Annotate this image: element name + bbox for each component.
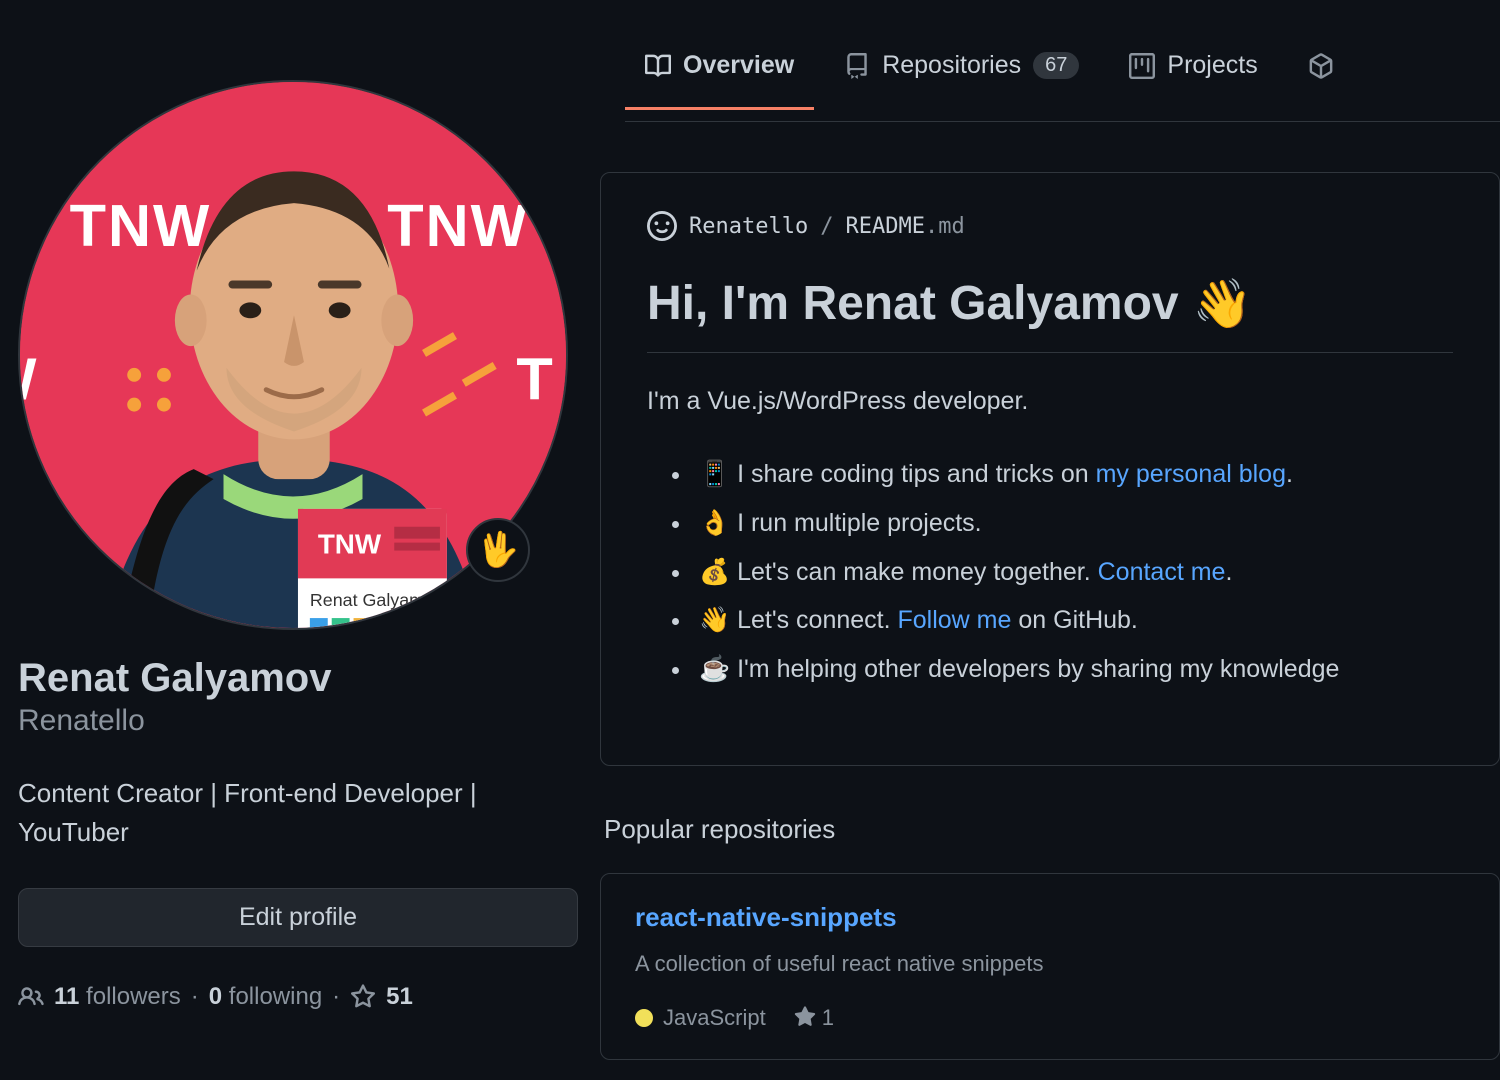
svg-text:TNW: TNW <box>387 192 529 259</box>
readme-intro: I'm a Vue.js/WordPress developer. <box>647 387 1453 416</box>
profile-username: Renatello <box>18 704 560 738</box>
readme-path: Renatello / README.md <box>647 211 1453 241</box>
profile-tabnav: Overview Repositories 67 Projects <box>625 0 1500 122</box>
readme-heading: Hi, I'm Renat Galyamov 👋 <box>647 275 1453 353</box>
package-icon <box>1308 53 1334 79</box>
repo-stars[interactable]: 1 <box>794 1005 834 1031</box>
people-icon <box>18 984 44 1010</box>
tab-projects[interactable]: Projects <box>1109 39 1277 110</box>
readme-link[interactable]: Follow me <box>898 606 1012 634</box>
book-icon <box>645 53 671 79</box>
wave-emoji: 👋 <box>1193 275 1253 332</box>
status-emoji-badge[interactable]: 🖖 <box>466 518 530 582</box>
readme-link[interactable]: my personal blog <box>1096 460 1286 488</box>
tab-repositories[interactable]: Repositories 67 <box>824 39 1099 110</box>
svg-text:Renat Galyamov: Renat Galyamov <box>310 590 443 610</box>
repo-count-badge: 67 <box>1033 52 1079 79</box>
readme-list-item: 👋 Let's connect. Follow me on GitHub. <box>693 596 1453 645</box>
svg-text:W: W <box>20 346 38 413</box>
tab-packages[interactable] <box>1288 41 1334 109</box>
svg-text:T: T <box>516 346 554 413</box>
repo-icon <box>844 53 870 79</box>
tab-repositories-label: Repositories <box>882 51 1021 80</box>
readme-list-item: 📱 I share coding tips and tricks on my p… <box>693 450 1453 499</box>
profile-main: Renatello / README.md Hi, I'm Renat Galy… <box>580 122 1500 1060</box>
readme-list-item: 👌 I run multiple projects. <box>693 499 1453 548</box>
avatar-container: TNW TNW W T <box>18 80 568 630</box>
repo-name-link[interactable]: react-native-snippets <box>635 902 897 932</box>
readme-link[interactable]: Contact me <box>1098 558 1226 586</box>
edit-profile-button[interactable]: Edit profile <box>18 888 578 947</box>
project-icon <box>1129 53 1155 79</box>
profile-bio: Content Creator | Front-end Developer | … <box>18 774 560 852</box>
tab-overview-label: Overview <box>683 51 794 80</box>
readme-list-item: 💰 Let's can make money together. Contact… <box>693 548 1453 597</box>
repo-description: A collection of useful react native snip… <box>635 951 1465 977</box>
followers-link[interactable]: 11 followers <box>54 983 181 1011</box>
repo-language: JavaScript <box>635 1005 766 1031</box>
readme-path-user[interactable]: Renatello <box>689 214 808 239</box>
star-icon <box>794 1006 816 1028</box>
profile-sidebar: TNW TNW W T <box>0 80 580 1011</box>
profile-fullname: Renat Galyamov <box>18 654 560 702</box>
readme-list: 📱 I share coding tips and tricks on my p… <box>647 450 1453 694</box>
repo-meta: JavaScript 1 <box>635 1005 1465 1031</box>
profile-readme-box: Renatello / README.md Hi, I'm Renat Galy… <box>600 172 1500 766</box>
following-link[interactable]: 0 following <box>209 983 322 1011</box>
svg-text:TNW: TNW <box>70 192 212 259</box>
popular-repos-heading: Popular repositories <box>604 814 1500 845</box>
follow-stats: 11 followers · 0 following · 51 <box>18 983 560 1011</box>
svg-text:TNW: TNW <box>318 529 382 560</box>
readme-list-item: ☕ I'm helping other developers by sharin… <box>693 645 1453 694</box>
status-emoji: 🖖 <box>477 530 519 570</box>
stars-link[interactable]: 51 <box>386 983 413 1011</box>
repo-card: react-native-snippets A collection of us… <box>600 873 1500 1060</box>
language-dot <box>635 1009 653 1027</box>
tab-overview[interactable]: Overview <box>625 39 814 110</box>
tab-projects-label: Projects <box>1167 51 1257 80</box>
smiley-icon <box>647 211 677 241</box>
star-icon <box>350 984 376 1010</box>
